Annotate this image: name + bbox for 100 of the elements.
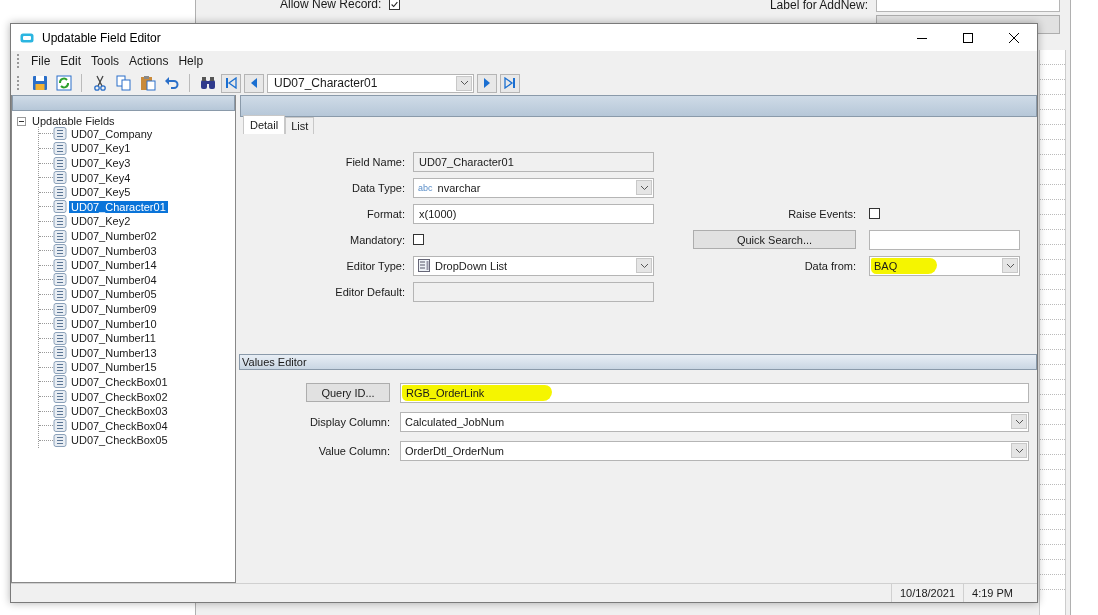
field-icon <box>53 331 67 345</box>
tree-item[interactable]: UD07_Number09 <box>69 303 159 315</box>
field-value: Calculated_JobNum <box>405 415 505 428</box>
status-date: 10/18/2021 <box>890 584 964 602</box>
tree-item[interactable]: UD07_Character01 <box>69 200 168 213</box>
collapse-icon[interactable] <box>17 116 26 126</box>
field-icon <box>53 346 67 360</box>
chevron-down-icon <box>639 184 649 191</box>
maximize-icon[interactable] <box>963 32 973 43</box>
tree-item[interactable]: UD07_Key3 <box>69 157 133 170</box>
dropdown-button[interactable] <box>636 258 652 273</box>
dropdown-button[interactable] <box>1002 258 1018 273</box>
record-combo[interactable]: UD07_Character01 <box>267 73 474 93</box>
tree-item[interactable]: UD07_Key5 <box>69 186 133 199</box>
chevron-down-icon <box>1014 447 1024 454</box>
tree-item[interactable]: UD07_Number03 <box>69 244 159 257</box>
next-button[interactable] <box>477 73 497 93</box>
tab[interactable]: List <box>285 117 315 134</box>
field-label: Field Name: <box>344 155 405 168</box>
last-button[interactable] <box>500 73 520 93</box>
field-icon <box>53 433 67 447</box>
dropdown-button[interactable] <box>1011 443 1027 458</box>
tree-item[interactable]: UD07_Key1 <box>69 142 133 155</box>
field-icon <box>53 185 67 199</box>
chevron-down-icon <box>1005 262 1015 269</box>
first-button[interactable] <box>221 73 241 93</box>
text-field[interactable]: RGB_OrderLink <box>400 382 1029 403</box>
text-field[interactable]: x(1000) <box>413 203 654 224</box>
text-field[interactable] <box>869 229 1020 250</box>
tab[interactable]: Detail <box>243 115 286 134</box>
checkbox[interactable] <box>389 0 401 10</box>
field-icon <box>53 258 67 272</box>
search-icon[interactable] <box>199 75 216 91</box>
tree-item[interactable]: UD07_Number15 <box>69 361 159 374</box>
section-header: Values Editor <box>239 354 1037 370</box>
tree-item[interactable]: UD07_Key2 <box>69 215 133 228</box>
field-icon <box>53 360 67 374</box>
cut-icon[interactable] <box>91 75 108 91</box>
tree-root[interactable]: Updatable Fields <box>30 115 117 128</box>
window-title: Updatable Field Editor <box>42 30 162 45</box>
checkbox[interactable] <box>869 208 880 219</box>
tree-item[interactable]: UD07_CheckBox05 <box>69 434 170 447</box>
tree-item[interactable]: UD07_Number02 <box>69 230 159 243</box>
menu-item[interactable]: Edit <box>55 54 87 68</box>
field-icon <box>53 317 67 331</box>
tree-item[interactable]: UD07_CheckBox02 <box>69 390 170 403</box>
field-label: Editor Default: <box>334 285 405 298</box>
tree-item[interactable]: UD07_Company <box>69 127 155 140</box>
field-icon <box>53 419 67 433</box>
previous-button[interactable] <box>244 73 264 93</box>
field-icon <box>53 229 67 243</box>
field-label: Data from: <box>803 259 856 272</box>
tree-item[interactable]: UD07_Number04 <box>69 273 159 286</box>
tree-item[interactable]: UD07_Number10 <box>69 317 159 330</box>
field-label: Data Type: <box>351 181 405 194</box>
dropdown-button[interactable] <box>636 180 652 195</box>
field-icon <box>53 404 67 418</box>
tree-item[interactable]: UD07_Number14 <box>69 259 159 272</box>
field-icon <box>53 214 67 228</box>
field-label: Editor Type: <box>345 259 405 272</box>
chevron-down-icon <box>639 262 649 269</box>
tree-item[interactable]: UD07_Number05 <box>69 288 159 301</box>
refresh-icon[interactable] <box>55 75 72 91</box>
field-icon <box>53 171 67 185</box>
query-button[interactable]: Query ID... <box>306 383 390 402</box>
field-value: BAQ <box>874 259 898 272</box>
menu-item[interactable]: File <box>26 54 56 68</box>
text-field[interactable] <box>876 0 1060 12</box>
field-icon <box>53 287 67 301</box>
dropdown-field[interactable]: OrderDtl_OrderNum <box>400 440 1029 461</box>
read-only-field: UD07_Character01 <box>413 151 654 172</box>
tree-item[interactable]: UD07_CheckBox01 <box>69 376 170 388</box>
copy-icon[interactable] <box>115 75 132 91</box>
menu-item[interactable]: Help <box>173 54 209 68</box>
checkbox[interactable] <box>413 234 424 245</box>
tree-item[interactable]: UD07_Number13 <box>69 346 159 359</box>
quick-search-button[interactable]: Quick Search... <box>693 230 856 249</box>
tree-item[interactable]: UD07_CheckBox04 <box>69 419 170 432</box>
field-icon <box>53 156 67 170</box>
field-icon <box>53 200 67 214</box>
tree-item[interactable]: UD07_Number11 <box>69 332 158 345</box>
undo-icon[interactable] <box>163 75 180 91</box>
field-label: Mandatory: <box>348 233 405 246</box>
close-icon[interactable] <box>1009 32 1019 43</box>
paste-icon[interactable] <box>139 75 156 91</box>
dropdown-field[interactable]: DropDown List <box>413 255 654 276</box>
menu-item[interactable]: Actions <box>124 54 174 68</box>
dropdown-field[interactable]: Calculated_JobNum <box>400 411 1029 432</box>
dropdown-field[interactable]: BAQ <box>869 255 1020 276</box>
dropdown-field[interactable]: abc nvarchar <box>413 177 654 198</box>
save-icon[interactable] <box>31 75 48 91</box>
dropdown-button[interactable] <box>1011 414 1027 429</box>
field-icon <box>53 375 67 389</box>
chevron-down-icon <box>1014 418 1024 425</box>
tree-item[interactable]: UD07_CheckBox03 <box>69 405 170 418</box>
skip-left-icon <box>225 77 237 89</box>
tree-item[interactable]: UD07_Key4 <box>69 171 133 184</box>
menu-item[interactable]: Tools <box>86 54 125 68</box>
field-icon <box>53 273 67 287</box>
type-icon: abc <box>418 182 433 193</box>
